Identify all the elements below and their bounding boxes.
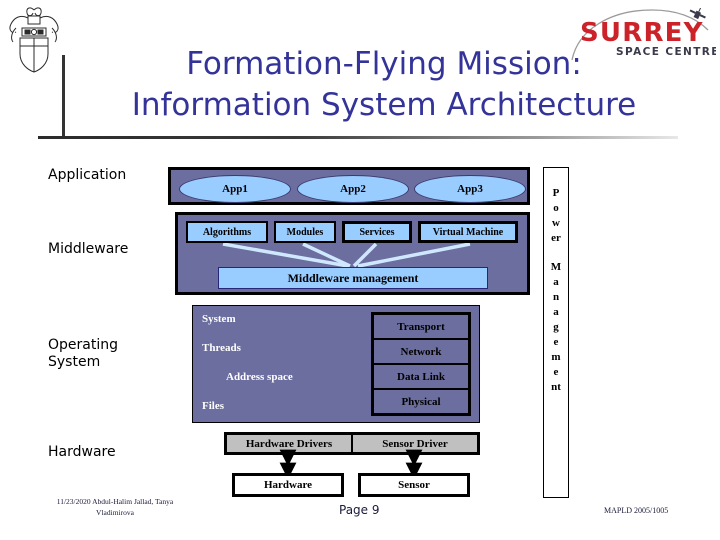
stack-label-application: Application [48,167,127,183]
driver-hardware-drivers[interactable]: Hardware Drivers [227,435,353,452]
footer-date-authors: 11/23/2020 Abdul-Halim Jallad, Tanya Vla… [56,497,174,517]
footer-conference: MAPLD 2005/1005 [604,506,669,515]
power-management-glyph: nt [551,381,561,393]
os-item-threads: Threads [202,342,241,354]
operating-system-layer-container: System Threads Address space Files Trans… [192,305,480,423]
power-management-glyph: P [552,187,560,199]
power-management-glyph: e [553,336,559,348]
device-box-sensor[interactable]: Sensor [358,473,470,497]
footer-page-number: Page 9 [339,503,380,517]
stack-label-middleware: Middleware [48,241,129,257]
surrey-space-centre-logo: SURREY SPACE CENTRE [566,6,718,62]
middleware-layer-container: Algorithms Modules Services Virtual Mach… [175,212,530,295]
middleware-management-box[interactable]: Middleware management [218,267,488,289]
power-management-glyph: g [553,321,559,333]
power-management-glyph: n [552,291,560,303]
header-horizontal-rule [38,136,678,139]
power-management-glyph: e [553,366,559,378]
driver-bar-container: Hardware Drivers Sensor Driver [224,432,480,455]
stack-label-operating-system: Operating System [48,337,118,370]
logo-brand-text: SURREY [580,18,704,48]
header-vertical-rule [62,55,65,139]
power-management-glyph: w [552,217,560,229]
os-item-address-space: Address space [226,371,293,383]
middleware-box-algorithms[interactable]: Algorithms [186,221,268,243]
page-title-line1: Formation-Flying Mission: [186,46,582,82]
protocol-layer-data-link[interactable]: Data Link [374,365,468,390]
app-node-app2[interactable]: App2 [297,175,409,203]
middleware-box-services[interactable]: Services [342,221,412,243]
middleware-box-modules[interactable]: Modules [274,221,336,243]
power-management-glyph: a [553,306,559,318]
stack-label-hardware: Hardware [48,444,116,460]
middleware-box-virtual-machine[interactable]: Virtual Machine [418,221,518,243]
page-title-line2: Information System Architecture [131,87,637,123]
os-item-files: Files [202,400,224,412]
protocol-stack-container: Transport Network Data Link Physical [371,312,471,416]
os-item-system: System [202,313,236,325]
power-management-glyph: M [550,261,562,273]
driver-sensor-driver[interactable]: Sensor Driver [353,435,477,452]
power-management-word-gap [544,246,568,260]
power-management-glyph: m [551,351,561,363]
power-management-glyph: er [551,232,561,244]
application-layer-container: App1 App2 App3 [168,167,530,205]
protocol-layer-network[interactable]: Network [374,340,468,365]
power-management-bar[interactable]: Po w er Ma n a g e m e nt [543,167,569,498]
university-crest-icon [4,2,64,74]
protocol-layer-physical[interactable]: Physical [374,390,468,414]
slide-canvas: Formation-Flying Mission: Information Sy… [0,0,720,540]
power-management-glyph: a [553,276,559,288]
app-node-app3[interactable]: App3 [414,175,526,203]
logo-subtitle-text: SPACE CENTRE [616,46,716,58]
app-node-app1[interactable]: App1 [179,175,291,203]
protocol-layer-transport[interactable]: Transport [374,315,468,340]
power-management-glyph: o [553,202,559,214]
device-box-hardware[interactable]: Hardware [232,473,344,497]
